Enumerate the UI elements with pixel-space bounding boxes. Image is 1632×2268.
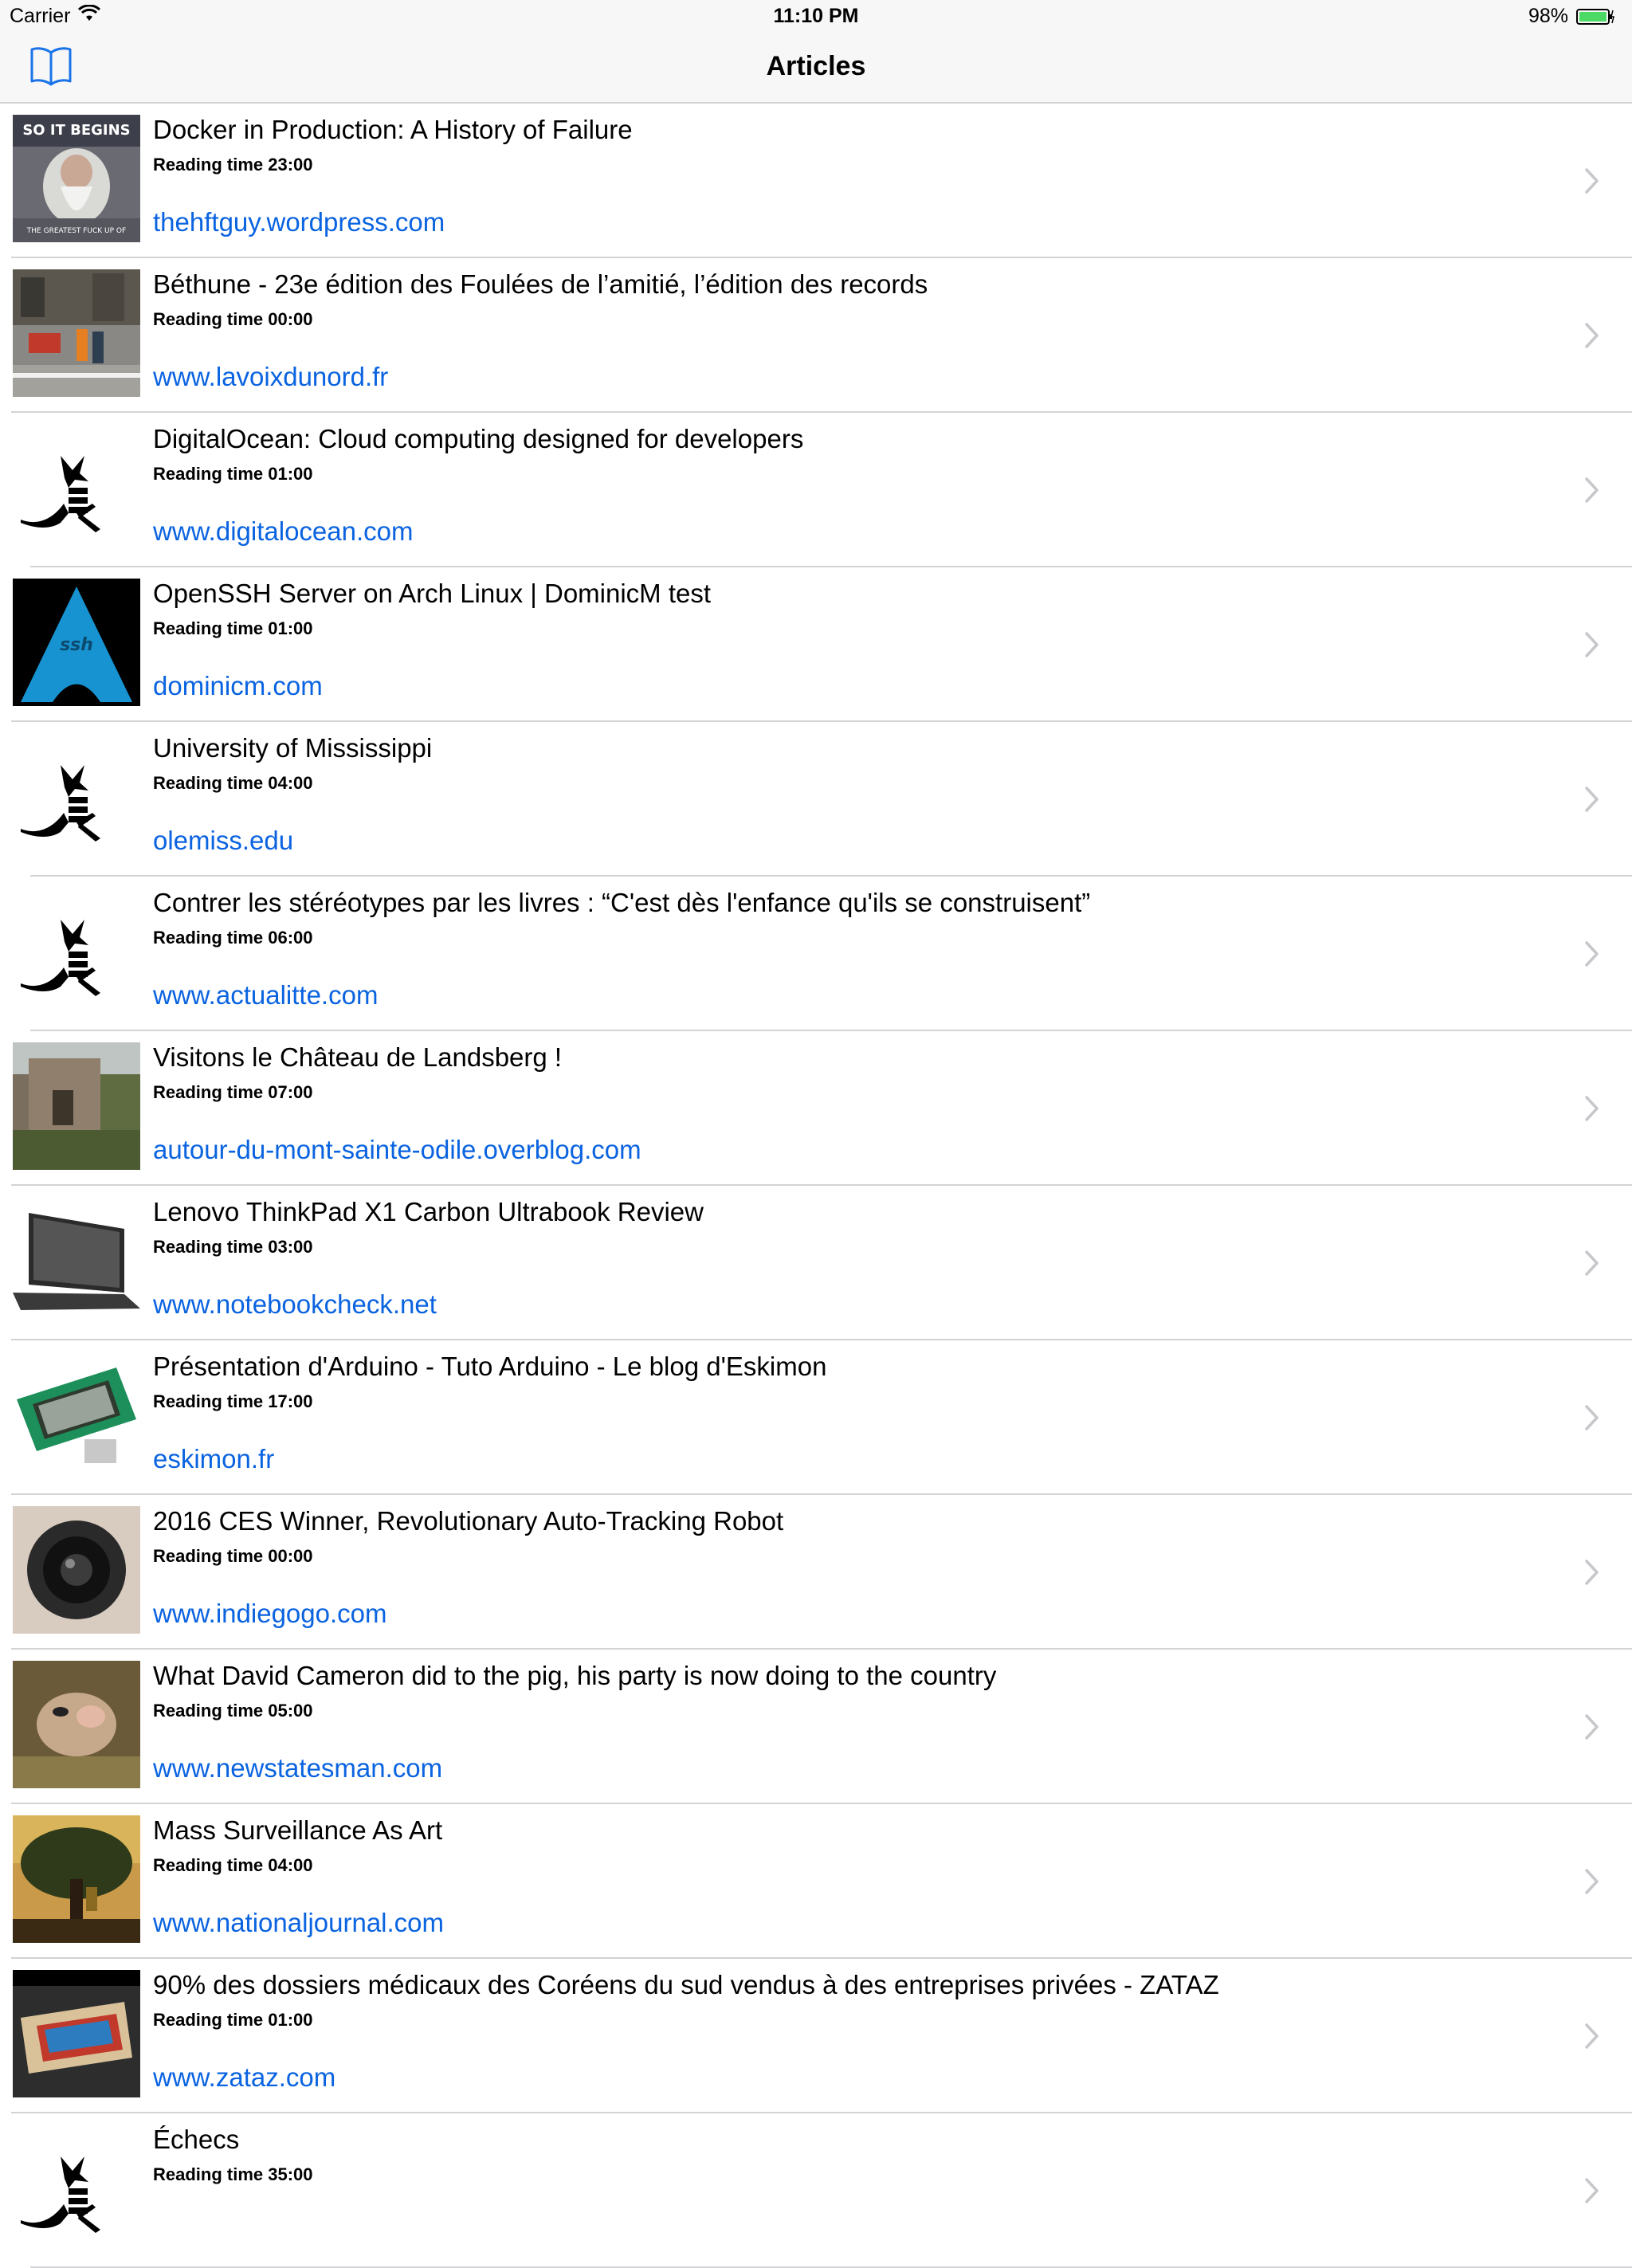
article-thumbnail [13, 733, 140, 861]
article-title: Docker in Production: A History of Failu… [153, 115, 633, 144]
article-thumbnail [13, 1042, 140, 1170]
article-title: Lenovo ThinkPad X1 Carbon Ultrabook Revi… [153, 1197, 704, 1226]
reading-time: Reading time 01:00 [153, 464, 313, 484]
reading-time: Reading time 23:00 [153, 155, 313, 175]
article-title: Contrer les stéréotypes par les livres :… [153, 888, 1091, 917]
article-domain: www.actualitte.com [153, 980, 379, 1010]
article-domain: www.lavoixdunord.fr [153, 362, 389, 391]
article-title: Présentation d'Arduino - Tuto Arduino - … [153, 1352, 827, 1381]
chevron-right-icon [1584, 477, 1600, 504]
article-row[interactable]: Échecs Reading time 35:00 [0, 2113, 1632, 2268]
article-title: Mass Surveillance As Art [153, 1815, 443, 1845]
article-domain: www.nationaljournal.com [153, 1908, 445, 1937]
article-domain: www.newstatesman.com [153, 1753, 443, 1783]
article-row[interactable]: Béthune - 23e édition des Foulées de l’a… [0, 258, 1632, 413]
chevron-right-icon [1584, 1713, 1600, 1740]
article-row[interactable]: Contrer les stéréotypes par les livres :… [0, 877, 1632, 1031]
article-row[interactable]: 90% des dossiers médicaux des Coréens du… [0, 1959, 1632, 2113]
chevron-right-icon [1584, 2023, 1600, 2050]
reading-time: Reading time 01:00 [153, 2010, 313, 2030]
article-thumbnail [13, 2125, 140, 2252]
article-domain: autour-du-mont-sainte-odile.overblog.com [153, 1135, 641, 1164]
article-thumbnail [13, 1506, 140, 1634]
chevron-right-icon [1584, 167, 1600, 194]
article-row[interactable]: Docker in Production: A History of Failu… [0, 104, 1632, 258]
reading-time: Reading time 03:00 [153, 1237, 313, 1257]
article-title: University of Mississippi [153, 733, 433, 763]
article-row[interactable]: What David Cameron did to the pig, his p… [0, 1650, 1632, 1804]
article-domain: eskimon.fr [153, 1444, 275, 1473]
article-thumbnail [13, 115, 140, 242]
article-domain: thehftguy.wordpress.com [153, 207, 445, 237]
article-row[interactable]: Présentation d'Arduino - Tuto Arduino - … [0, 1340, 1632, 1495]
reading-time: Reading time 07:00 [153, 1082, 313, 1102]
article-thumbnail [13, 424, 140, 551]
article-domain: dominicm.com [153, 671, 323, 700]
article-row[interactable]: 2016 CES Winner, Revolutionary Auto-Trac… [0, 1495, 1632, 1650]
article-domain: www.zataz.com [153, 2062, 336, 2092]
article-thumbnail [13, 1197, 140, 1324]
article-row[interactable]: OpenSSH Server on Arch Linux | DominicM … [0, 567, 1632, 722]
article-row[interactable]: Mass Surveillance As Art Reading time 04:… [0, 1804, 1632, 1959]
article-title: What David Cameron did to the pig, his p… [153, 1661, 997, 1690]
navigation-bar: Articles [0, 32, 1632, 104]
clock: 11:10 PM [773, 5, 859, 27]
chevron-right-icon [1584, 1250, 1600, 1277]
chevron-right-icon [1584, 1559, 1600, 1586]
article-thumbnail [13, 888, 140, 1015]
article-title: DigitalOcean: Cloud computing designed f… [153, 424, 804, 453]
article-title: OpenSSH Server on Arch Linux | DominicM … [153, 579, 712, 608]
article-title: Échecs [153, 2125, 240, 2154]
reading-time: Reading time 04:00 [153, 1855, 313, 1875]
reading-time: Reading time 01:00 [153, 618, 313, 638]
reading-time: Reading time 17:00 [153, 1391, 313, 1411]
article-thumbnail [13, 269, 140, 397]
article-list: Docker in Production: A History of Failu… [0, 104, 1632, 2268]
article-title: Visitons le Château de Landsberg ! [153, 1042, 563, 1072]
article-thumbnail [13, 1970, 140, 2097]
article-title: 2016 CES Winner, Revolutionary Auto-Trac… [153, 1506, 784, 1536]
article-thumbnail [13, 1352, 140, 1479]
reading-time: Reading time 06:00 [153, 928, 313, 948]
chevron-right-icon [1584, 322, 1600, 349]
article-domain: www.notebookcheck.net [153, 1289, 437, 1319]
chevron-right-icon [1584, 1404, 1600, 1431]
chevron-right-icon [1584, 786, 1600, 813]
article-row[interactable]: Visitons le Château de Landsberg ! Readin… [0, 1031, 1632, 1186]
chevron-right-icon [1584, 631, 1600, 658]
page-title: Articles [766, 51, 866, 81]
article-row[interactable]: DigitalOcean: Cloud computing designed f… [0, 413, 1632, 567]
article-domain: www.digitalocean.com [153, 516, 414, 546]
article-thumbnail [13, 579, 140, 706]
reading-time: Reading time 05:00 [153, 1701, 313, 1721]
chevron-right-icon [1584, 2177, 1600, 2204]
reading-time: Reading time 00:00 [153, 1546, 313, 1566]
reading-time: Reading time 00:00 [153, 309, 313, 329]
battery-icon [1576, 7, 1614, 25]
article-thumbnail [13, 1661, 140, 1788]
article-domain: olemiss.edu [153, 826, 294, 855]
chevron-right-icon [1584, 940, 1600, 967]
article-title: 90% des dossiers médicaux des Coréens du… [153, 1970, 1219, 1999]
reading-time: Reading time 04:00 [153, 773, 313, 793]
status-bar: Carrier 11:10 PM 98% [0, 0, 1632, 32]
article-domain: www.indiegogo.com [153, 1599, 387, 1628]
reading-time: Reading time 35:00 [153, 2164, 313, 2184]
chevron-right-icon [1584, 1095, 1600, 1122]
article-row[interactable]: Lenovo ThinkPad X1 Carbon Ultrabook Revi… [0, 1186, 1632, 1340]
battery-percent: 98% [1528, 5, 1568, 27]
article-thumbnail [13, 1815, 140, 1943]
article-title: Béthune - 23e édition des Foulées de l’a… [153, 269, 928, 299]
chevron-right-icon [1584, 1868, 1600, 1895]
article-row[interactable]: University of Mississippi Reading time 04… [0, 722, 1632, 877]
